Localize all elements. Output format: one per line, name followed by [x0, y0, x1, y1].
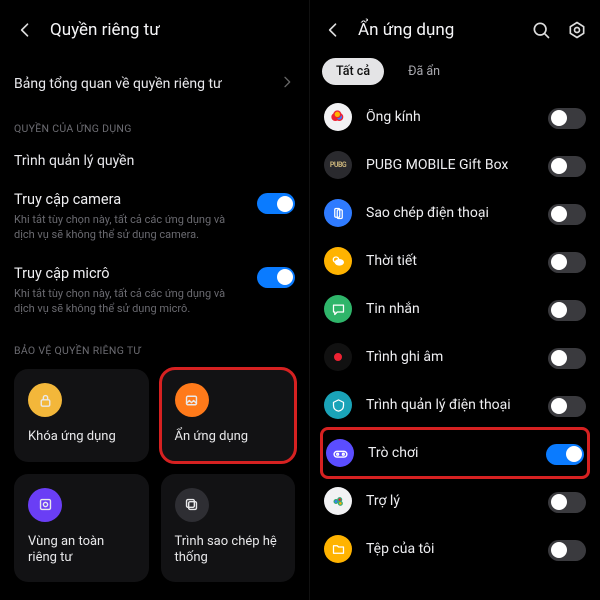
tile-icon [175, 383, 209, 417]
app-hide-toggle[interactable] [546, 444, 584, 465]
app-name: PUBG MOBILE Gift Box [366, 157, 534, 173]
app-list: Ống kính PUBG PUBG MOBILE Gift Box Sao chép… [322, 93, 588, 573]
header-right: Ẩn ứng dụng [322, 10, 588, 50]
tile-icon [175, 488, 209, 522]
app-row[interactable]: PUBG PUBG MOBILE Gift Box [322, 141, 588, 189]
privacy-overview-label: Bảng tổng quan về quyền riêng tư [14, 76, 222, 92]
hide-apps-screen: Ẩn ứng dụng Tất cả Đã ẩn Ống kínhPUBGPUB… [310, 0, 600, 600]
app-row[interactable]: Tệp của tôi [322, 525, 588, 573]
app-hide-toggle[interactable] [548, 156, 586, 177]
app-icon [324, 247, 352, 275]
permission-manager-row[interactable]: Trình quản lý quyền [14, 141, 295, 181]
app-name: Thời tiết [366, 253, 534, 269]
page-title: Quyền riêng tư [50, 20, 160, 40]
app-hide-toggle[interactable] [548, 540, 586, 561]
camera-access-title: Truy cập camera [14, 191, 247, 208]
app-name: Trình quản lý điện thoại [366, 397, 534, 413]
app-icon [324, 391, 352, 419]
chevron-right-icon [279, 74, 295, 94]
app-name: Ống kính [366, 109, 534, 125]
app-hide-toggle[interactable] [548, 300, 586, 321]
search-icon[interactable] [530, 19, 552, 41]
app-hide-toggle[interactable] [548, 252, 586, 273]
permission-manager-label: Trình quản lý quyền [14, 153, 134, 169]
micro-access-title: Truy cập micrô [14, 265, 247, 282]
app-icon [324, 535, 352, 563]
app-row[interactable]: Trò chơi [322, 429, 588, 477]
tab-all[interactable]: Tất cả [322, 58, 384, 85]
tile-label: Ẩn ứng dụng [175, 429, 282, 445]
app-row[interactable]: Trình quản lý điện thoại [322, 381, 588, 429]
camera-access-sub: Khi tắt tùy chọn này, tất cả các ứng dụn… [14, 213, 234, 243]
app-name: Trợ lý [366, 493, 534, 509]
app-icon [324, 103, 352, 131]
app-icon [324, 295, 352, 323]
privacy-tiles: Khóa ứng dụng Ẩn ứng dụng Vùng an toàn riê… [14, 369, 295, 582]
filter-chips: Tất cả Đã ẩn [322, 50, 588, 91]
app-name: Tin nhắn [366, 301, 534, 317]
micro-access-toggle[interactable] [257, 267, 295, 288]
app-row[interactable]: Trình ghi âm [322, 333, 588, 381]
app-row[interactable]: Trợ lý [322, 477, 588, 525]
section-app-permissions: QUYỀN CỦA ỨNG DỤNG [14, 106, 295, 141]
back-icon[interactable] [322, 19, 344, 41]
tile-icon [28, 383, 62, 417]
camera-access-row[interactable]: Truy cập camera Khi tắt tùy chọn này, tấ… [14, 181, 295, 255]
app-icon [326, 439, 354, 467]
tile-label: Khóa ứng dụng [28, 429, 135, 445]
micro-access-sub: Khi tắt tùy chọn này, tất cả các ứng dụn… [14, 287, 234, 317]
header-left: Quyền riêng tư [14, 10, 295, 50]
tile-label: Vùng an toàn riêng tư [28, 534, 135, 567]
app-icon [324, 487, 352, 515]
privacy-tile[interactable]: Khóa ứng dụng [14, 369, 149, 461]
app-name: Trò chơi [368, 445, 532, 461]
camera-access-toggle[interactable] [257, 193, 295, 214]
app-hide-toggle[interactable] [548, 348, 586, 369]
app-hide-toggle[interactable] [548, 396, 586, 417]
back-icon[interactable] [14, 19, 36, 41]
app-row[interactable]: Sao chép điện thoại [322, 189, 588, 237]
micro-access-row[interactable]: Truy cập micrô Khi tắt tùy chọn này, tất… [14, 255, 295, 329]
privacy-screen: Quyền riêng tư Bảng tổng quan về quyền r… [0, 0, 310, 600]
privacy-tile[interactable]: Ẩn ứng dụng [161, 369, 296, 461]
app-name: Trình ghi âm [366, 349, 534, 365]
page-title: Ẩn ứng dụng [358, 20, 454, 40]
section-protect-privacy: BẢO VỆ QUYỀN RIÊNG TƯ [14, 328, 295, 363]
app-row[interactable]: Thời tiết [322, 237, 588, 285]
privacy-tile[interactable]: Vùng an toàn riêng tư [14, 474, 149, 583]
app-row[interactable]: Ống kính [322, 93, 588, 141]
tile-icon [28, 488, 62, 522]
app-name: Sao chép điện thoại [366, 205, 534, 221]
app-icon [324, 199, 352, 227]
app-row[interactable]: Tin nhắn [322, 285, 588, 333]
app-hide-toggle[interactable] [548, 492, 586, 513]
app-hide-toggle[interactable] [548, 108, 586, 129]
app-icon: PUBG [324, 151, 352, 179]
app-name: Tệp của tôi [366, 541, 534, 557]
settings-icon[interactable] [566, 19, 588, 41]
tile-label: Trình sao chép hệ thống [175, 534, 282, 567]
privacy-overview-row[interactable]: Bảng tổng quan về quyền riêng tư [14, 62, 295, 106]
tab-hidden[interactable]: Đã ẩn [394, 58, 454, 85]
privacy-tile[interactable]: Trình sao chép hệ thống [161, 474, 296, 583]
app-icon [324, 343, 352, 371]
app-hide-toggle[interactable] [548, 204, 586, 225]
